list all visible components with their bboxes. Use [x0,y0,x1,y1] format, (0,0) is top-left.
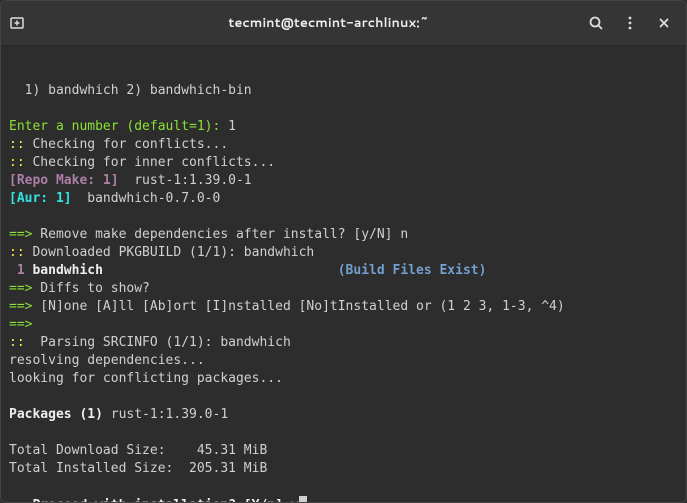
status-line: Checking for inner conflicts... [32,155,275,170]
status-line: looking for conflicting packages... [9,371,283,386]
user-input: n [400,227,408,242]
download-size-value: 45.31 MiB [189,443,267,458]
colon-prefix: :: [9,137,32,152]
terminal-body[interactable]: 1) bandwhich 2) bandwhich-bin Enter a nu… [1,46,686,502]
arrow-prefix: ==> [9,227,32,242]
arrow-prefix: ==> [9,317,32,332]
prompt-number: Enter a number (default=1): [9,119,228,134]
arrow-prefix: ==> [9,281,32,296]
status-line: Downloaded PKGBUILD (1/1): bandwhich [32,245,314,260]
options-line: 1) bandwhich 2) bandwhich-bin [9,83,252,98]
aur-label: [Aur: 1] [9,191,72,206]
status-line: Parsing SRCINFO (1/1): bandwhich [32,335,290,350]
titlebar: tecmint@tecmint-archlinux:~ [1,1,686,46]
package-name: bandwhich-0.7.0-0 [72,191,221,206]
user-input: 1 [228,119,236,134]
terminal-window: tecmint@tecmint-archlinux:~ [0,0,687,503]
item-number: 1 [9,263,25,278]
titlebar-left [9,15,69,31]
search-icon[interactable] [588,15,604,31]
user-input: y [291,498,299,502]
question-line: Proceed with installation? [Y/n] [32,498,290,502]
cursor [299,496,307,502]
installed-size-value: 205.31 MiB [189,461,267,476]
close-icon[interactable] [656,15,672,31]
status-line: resolving dependencies... [9,353,205,368]
package-name: rust-1:1.39.0-1 [119,173,252,188]
build-status: (Build Files Exist) [338,263,487,278]
question-line: Remove make dependencies after install? … [32,227,400,242]
question-line: Diffs to show? [32,281,149,296]
titlebar-right [588,15,678,31]
repo-make-label: [Repo Make: 1] [9,173,119,188]
colon-prefix: :: [9,335,32,350]
menu-icon[interactable] [622,15,638,31]
options-line: [N]one [A]ll [Ab]ort [I]nstalled [No]tIn… [32,299,564,314]
arrow-prefix: ==> [9,299,32,314]
new-tab-icon[interactable] [9,15,25,31]
installed-size-label: Total Installed Size: [9,461,189,476]
colon-prefix: :: [9,498,32,502]
download-size-label: Total Download Size: [9,443,189,458]
colon-prefix: :: [9,155,32,170]
status-line: Checking for conflicts... [32,137,228,152]
packages-label: Packages (1) [9,407,103,422]
colon-prefix: :: [9,245,32,260]
package-list: rust-1:1.39.0-1 [103,407,228,422]
item-name: bandwhich [25,263,338,278]
window-title: tecmint@tecmint-archlinux:~ [69,14,588,32]
